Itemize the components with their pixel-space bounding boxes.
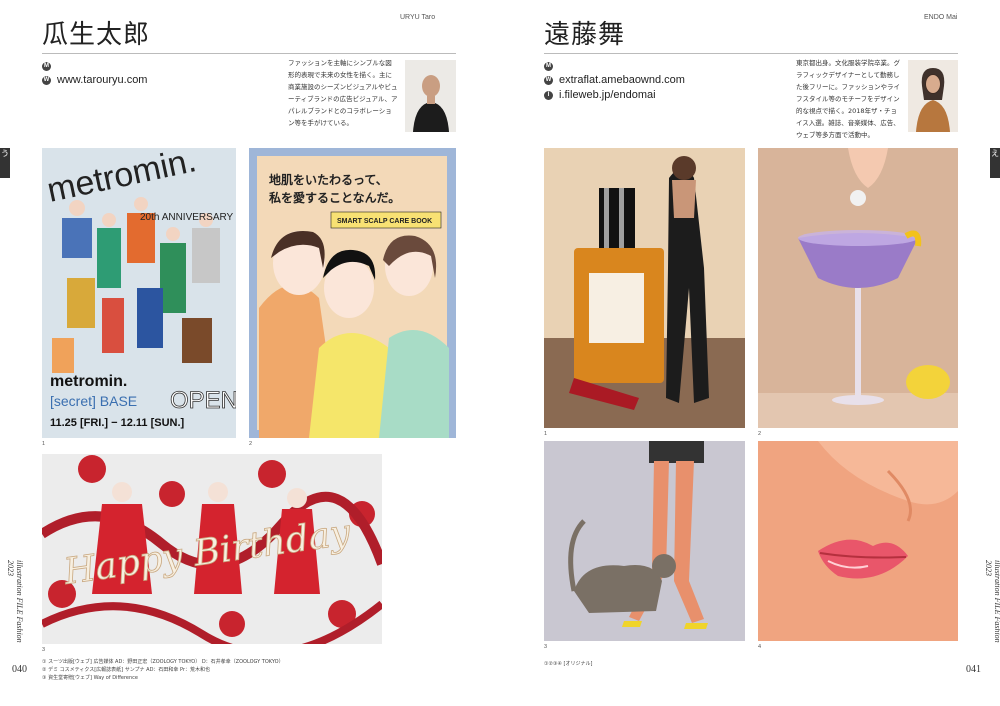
fileweb-row[interactable]: I i.fileweb.jp/endomai	[544, 89, 685, 101]
info-icon: I	[544, 90, 553, 100]
page-number-right: 041	[966, 664, 981, 675]
artwork-lips	[758, 441, 958, 641]
artwork-scalp-care: 地肌をいたわるって、 私を愛することなんだ。 SMART SCALP CARE …	[249, 148, 456, 438]
artist-roman-left: URYU Taro	[400, 14, 436, 21]
poster1-title: metromin.	[44, 148, 200, 210]
poster1-bottom1: metromin.	[50, 373, 127, 390]
artist-name-right: 遠藤舞	[544, 20, 626, 50]
credit-line-2: ② デミ コスメティクス[広報誌表紙] サンプナ AD：石田和幸 Pr：荒木和也	[42, 667, 210, 673]
scalp-care-illustration: 地肌をいたわるって、 私を愛することなんだ。 SMART SCALP CARE …	[257, 156, 449, 438]
poster1-bottom2: [secret] BASE	[50, 393, 137, 409]
mail-icon: M	[544, 62, 553, 71]
website-link-right[interactable]: extraflat.amebaownd.com	[559, 74, 685, 86]
perfume-illustration	[544, 156, 745, 428]
three-women-faces	[259, 231, 449, 438]
index-tab-left: う	[0, 148, 10, 178]
fashion-figures	[52, 197, 220, 373]
bio-left: ファッションを主軸にシンプルな図形的表現で未来の女性を描く。主に商業施設のシーズ…	[288, 59, 398, 127]
poster2-badge: SMART SCALP CARE BOOK	[337, 218, 432, 225]
caption-num-3: 3	[42, 647, 46, 653]
mail-row-right: M	[544, 62, 685, 71]
artwork-legs-cat	[544, 441, 745, 641]
spine-left: illustration FILE Fashion 2023	[6, 560, 24, 643]
caption-num-r3: 3	[544, 644, 548, 650]
web-icon: W	[544, 75, 553, 85]
portrait-right	[908, 60, 958, 132]
web-icon: W	[42, 75, 51, 85]
caption-num-r2: 2	[758, 431, 762, 437]
divider-right	[544, 53, 958, 54]
metromin-illustration: metromin. 20th ANNIVERSARY metromin. [se…	[44, 148, 236, 429]
fileweb-link[interactable]: i.fileweb.jp/endomai	[559, 89, 656, 101]
artwork-perfume	[544, 148, 745, 428]
index-tab-right: え	[990, 148, 1000, 178]
poster1-sub: 20th ANNIVERSARY	[140, 212, 234, 223]
caption-num-r1: 1	[544, 431, 548, 437]
poster2-headline2: 私を愛することなんだ。	[268, 190, 400, 205]
poster1-open: OPEN	[170, 387, 236, 414]
spine-right: illustration FILE Fashion 2023	[984, 560, 1000, 643]
credit-line-3: ③ 資生堂寄贈[ウェブ] Way of Difference	[42, 675, 138, 681]
artwork-metromin: metromin. 20th ANNIVERSARY metromin. [se…	[42, 148, 236, 438]
mail-row: M	[42, 62, 147, 71]
artist-name-left: 瓜生太郎	[42, 20, 151, 50]
divider-left	[42, 53, 456, 54]
bio-right: 東京都出身。文化服装学院卒業。グラフィックデザイナーとして勤務した後フリーに。フ…	[796, 59, 900, 139]
credit-line-1: ① スーツ出版[ウェブ] 広告媒体 AD：野田正宏（ZOOLOGY TOKYO）…	[42, 659, 284, 665]
artwork-happy-birthday: Happy Birthday	[42, 454, 382, 644]
page-number-left: 040	[12, 664, 27, 675]
poster2-headline1: 地肌をいたわるって、	[269, 172, 388, 187]
credits-left: ① スーツ出版[ウェブ] 広告媒体 AD：野田正宏（ZOOLOGY TOKYO）…	[42, 658, 342, 682]
website-link[interactable]: www.tarouryu.com	[57, 74, 147, 86]
artist-roman-right: ENDO Mai	[924, 14, 958, 21]
contact-left: M W www.tarouryu.com	[42, 62, 147, 86]
lips-illustration	[758, 441, 958, 641]
web-row[interactable]: W www.tarouryu.com	[42, 74, 147, 86]
contact-right: M W extraflat.amebaownd.com I i.fileweb.…	[544, 62, 685, 101]
caption-num-1: 1	[42, 441, 46, 447]
poster1-dates: 11.25 [FRI.] − 12.11 [SUN.]	[50, 417, 185, 429]
portrait-woman-icon	[908, 60, 958, 132]
web-row-right[interactable]: W extraflat.amebaownd.com	[544, 74, 685, 86]
artwork-cocktail	[758, 148, 958, 428]
cocktail-illustration	[758, 148, 958, 428]
credits-right: ①②③④ [オリジナル]	[544, 661, 593, 667]
caption-num-r4: 4	[758, 644, 762, 650]
portrait-left	[405, 60, 456, 132]
birthday-illustration: Happy Birthday	[42, 455, 382, 644]
portrait-man-icon	[405, 60, 456, 132]
mail-icon: M	[42, 62, 51, 71]
legs-cat-illustration	[568, 441, 708, 629]
caption-num-2: 2	[249, 441, 253, 447]
